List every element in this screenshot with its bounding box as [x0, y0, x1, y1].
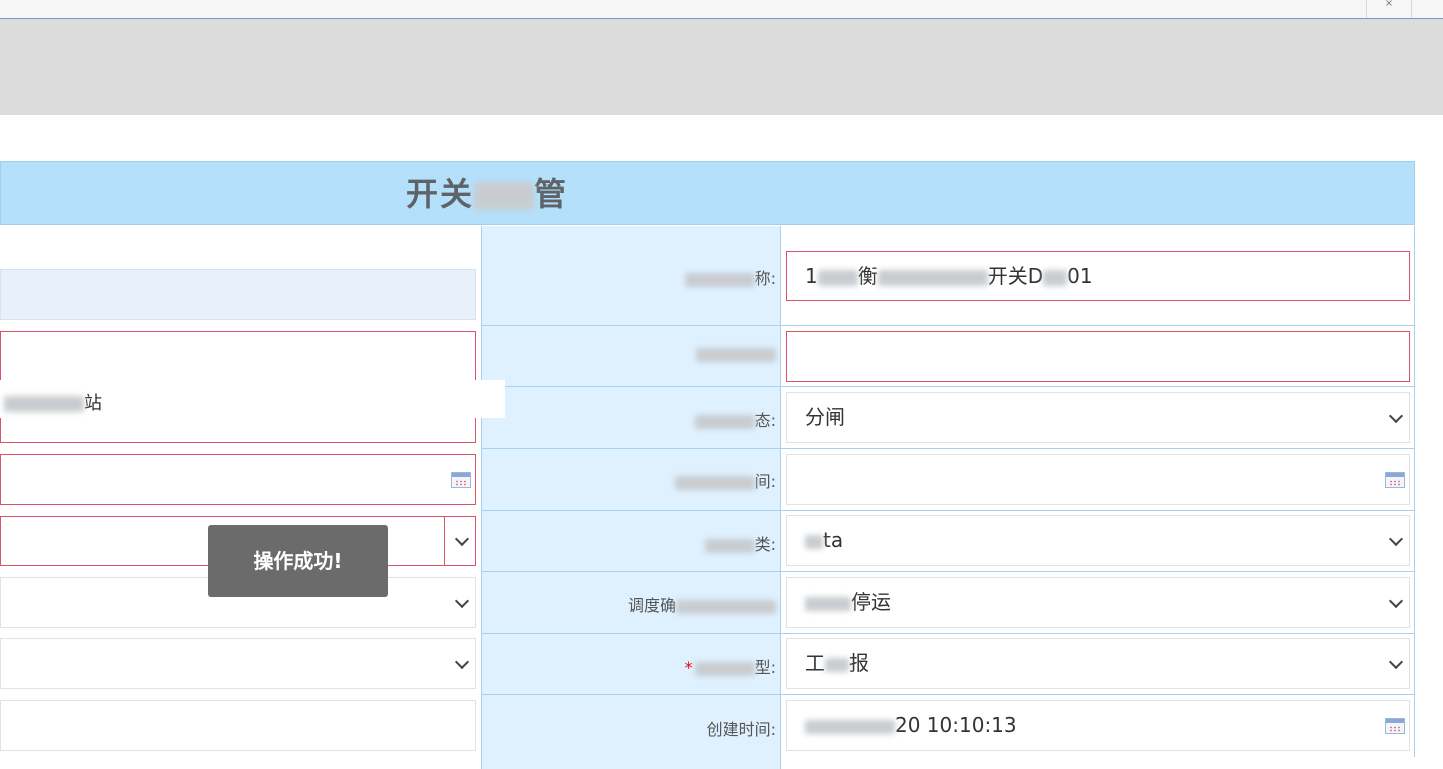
label-report-type: * 型: — [684, 658, 776, 677]
left-readonly-field — [0, 269, 476, 320]
left-date-input[interactable] — [0, 454, 476, 505]
state-select[interactable]: 分闸 — [786, 392, 1410, 443]
chevron-down-icon — [454, 531, 470, 547]
row-divider — [481, 510, 1415, 511]
redacted-text — [825, 657, 849, 672]
redacted-text — [817, 269, 858, 286]
redacted-text — [474, 182, 535, 210]
redacted-text — [805, 719, 895, 734]
form-title-bar: 开关 管 — [0, 161, 1415, 225]
dispatch-select[interactable]: 停运 — [786, 577, 1410, 628]
form-title: 开关 管 — [406, 162, 568, 226]
redacted-text — [694, 661, 755, 676]
close-icon: × — [1384, 0, 1394, 9]
success-toast: 操作成功! — [208, 525, 388, 597]
calendar-icon[interactable] — [1385, 717, 1405, 734]
left-text-input[interactable] — [0, 700, 476, 751]
row-divider — [481, 448, 1415, 449]
left-select-3[interactable] — [0, 638, 476, 689]
row-divider — [481, 386, 1415, 387]
label-time: 间: — [481, 468, 776, 492]
row-divider — [481, 633, 1415, 634]
toast-message: 操作成功! — [253, 549, 343, 573]
redacted-text — [694, 414, 755, 429]
row-divider — [481, 571, 1415, 572]
station-option[interactable]: 站 — [4, 389, 102, 415]
label-type: 类: — [481, 531, 776, 555]
redacted-text — [4, 396, 84, 412]
redacted-text — [805, 596, 851, 611]
redacted-text — [684, 272, 755, 287]
chevron-down-icon — [1388, 531, 1404, 546]
label-row2 — [481, 344, 776, 363]
label-dispatch: 调度确 — [481, 592, 776, 616]
label-state: 态: — [481, 407, 776, 431]
redacted-text — [674, 475, 755, 490]
chevron-down-icon — [1388, 408, 1404, 423]
label-name: 称: — [481, 265, 776, 289]
chevron-down-icon — [1388, 654, 1404, 669]
calendar-icon[interactable] — [1385, 471, 1405, 488]
redacted-text — [1043, 269, 1068, 286]
tab-close-button[interactable]: × — [1366, 0, 1412, 18]
report-type-select[interactable]: 工报 — [786, 638, 1410, 689]
redacted-text — [696, 347, 776, 362]
redacted-text — [676, 599, 776, 614]
chevron-down-icon — [1388, 593, 1404, 608]
chevron-down-icon — [454, 593, 470, 608]
calendar-icon[interactable] — [451, 471, 471, 488]
created-time-input[interactable]: 20 10:10:13 — [786, 700, 1410, 751]
label-created-time: 创建时间: — [706, 720, 776, 739]
redacted-text — [877, 269, 988, 286]
browser-tab-strip: × — [0, 0, 1443, 19]
type-select[interactable]: ta — [786, 515, 1410, 566]
label-column — [481, 226, 781, 769]
row-divider — [481, 325, 1415, 326]
form-title-text: 开关 — [406, 175, 475, 213]
name-input[interactable]: 1 衡开关D 01 — [786, 251, 1410, 301]
row-divider — [481, 694, 1415, 695]
redacted-text — [805, 534, 823, 549]
chevron-down-icon — [454, 654, 470, 669]
form-title-text-end: 管 — [534, 175, 569, 213]
time-input[interactable] — [786, 454, 1410, 505]
header-band — [0, 19, 1443, 115]
row2-input[interactable] — [786, 331, 1410, 382]
station-suggestion-popup[interactable]: 站 — [0, 380, 505, 418]
redacted-text — [704, 538, 755, 553]
